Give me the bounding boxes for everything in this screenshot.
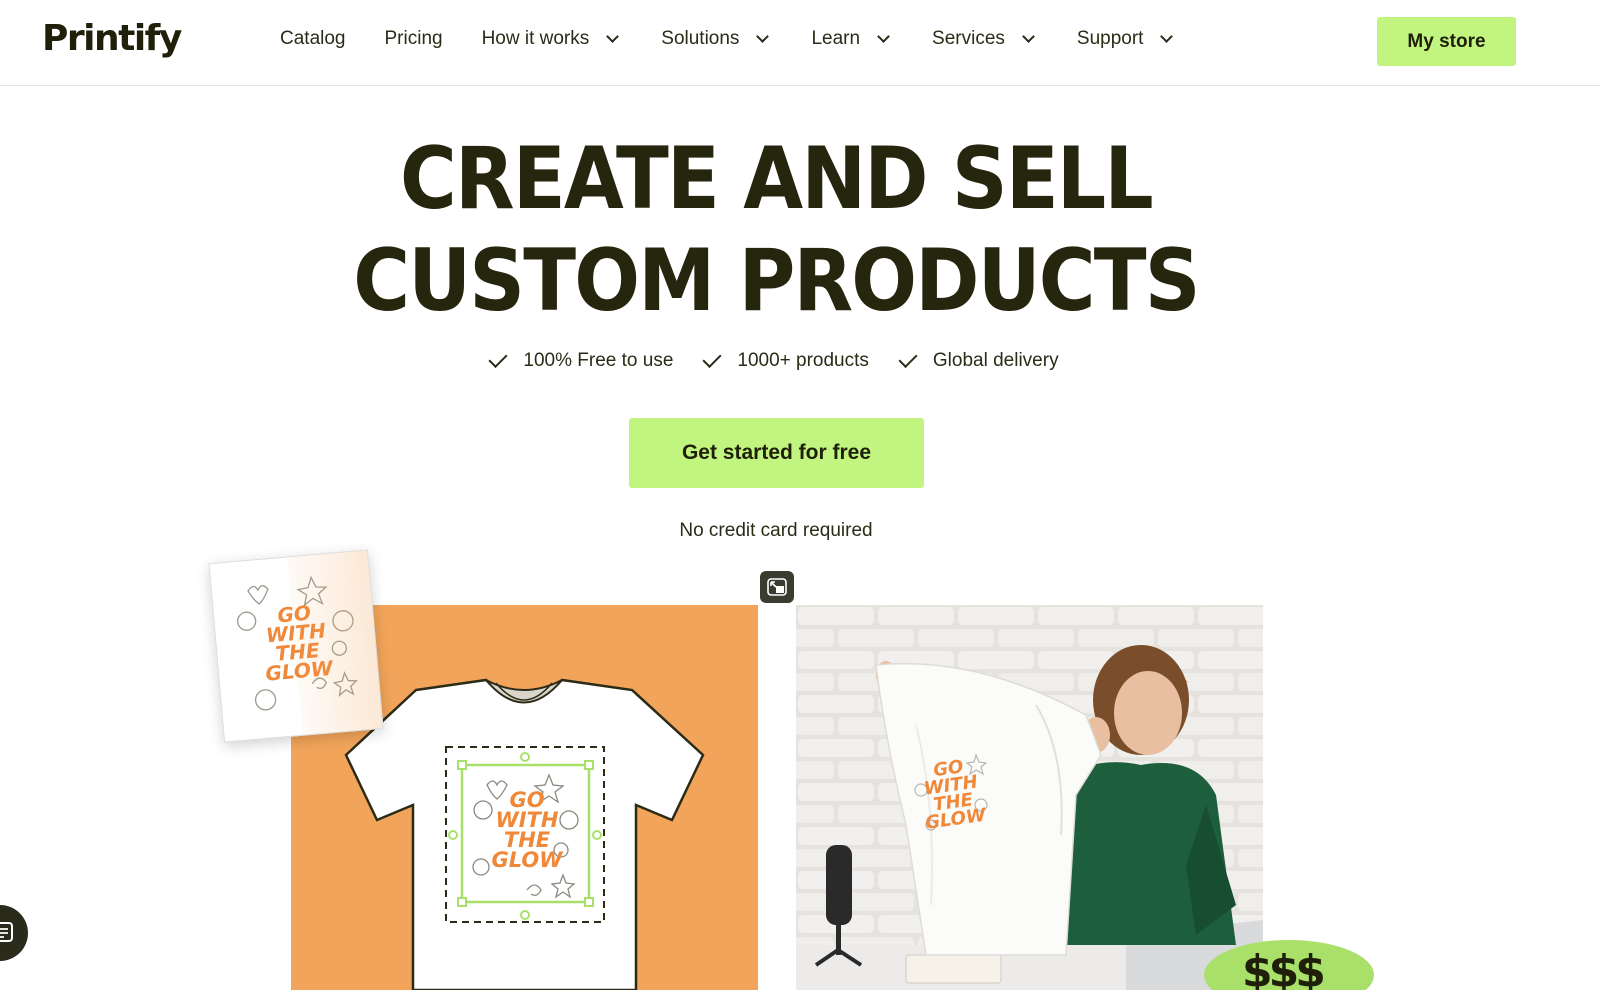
swap-view-button[interactable] bbox=[760, 571, 794, 603]
feature-delivery-label: Global delivery bbox=[932, 350, 1059, 371]
feature-list: 100% Free to use 1000+ products Global d… bbox=[0, 348, 1552, 372]
nav-learn-label: Learn bbox=[811, 28, 861, 49]
check-icon bbox=[488, 348, 508, 368]
nav-learn[interactable]: Learn bbox=[811, 28, 893, 50]
nav-pricing-label: Pricing bbox=[384, 28, 443, 49]
nav-services-label: Services bbox=[932, 28, 1005, 49]
chevron-down-icon bbox=[1022, 30, 1035, 43]
hero-title: CREATE AND SELL CUSTOM PRODUCTS bbox=[78, 128, 1475, 332]
feature-delivery: Global delivery bbox=[898, 348, 1059, 372]
nav-catalog[interactable]: Catalog bbox=[280, 28, 346, 50]
chevron-down-icon bbox=[1160, 30, 1174, 43]
chevron-down-icon bbox=[877, 30, 890, 43]
printify-logo[interactable]: Printify bbox=[42, 18, 182, 59]
tshirt-design-line-4: GLOW bbox=[491, 847, 563, 872]
check-icon bbox=[702, 348, 722, 368]
seller-photo: GO WITH THE GLOW bbox=[796, 605, 1263, 990]
nav-how-it-works[interactable]: How it works bbox=[482, 28, 623, 50]
card-fade-overlay bbox=[287, 550, 383, 735]
tshirt-design-text: GO WITH THE GLOW bbox=[487, 790, 567, 872]
hero-title-line-2: CUSTOM PRODUCTS bbox=[353, 231, 1200, 331]
photo-shirt-design-text: GO WITH THE GLOW bbox=[908, 755, 997, 834]
my-store-button[interactable]: My store bbox=[1377, 17, 1516, 66]
chevron-down-icon bbox=[756, 30, 770, 43]
nav-solutions-label: Solutions bbox=[661, 28, 740, 49]
get-started-button[interactable]: Get started for free bbox=[629, 418, 924, 488]
feature-products: 1000+ products bbox=[702, 348, 869, 372]
check-icon bbox=[898, 348, 918, 368]
nav-support[interactable]: Support bbox=[1077, 28, 1177, 50]
nav-solutions[interactable]: Solutions bbox=[661, 28, 772, 50]
feature-free: 100% Free to use bbox=[488, 348, 674, 372]
design-preview-card: GO WITH THE GLOW bbox=[208, 549, 384, 743]
main-nav: Catalog Pricing How it works Solutions L… bbox=[280, 28, 1215, 50]
money-badge-text: $$$ bbox=[1242, 946, 1326, 990]
site-header: Printify Catalog Pricing How it works So… bbox=[0, 0, 1600, 86]
chat-icon bbox=[0, 922, 13, 942]
nav-pricing[interactable]: Pricing bbox=[385, 28, 443, 50]
seller-photo-illustration bbox=[796, 605, 1263, 990]
nav-support-label: Support bbox=[1076, 28, 1144, 49]
chevron-down-icon bbox=[606, 30, 620, 43]
nav-how-it-works-label: How it works bbox=[481, 28, 590, 49]
hero-title-line-1: CREATE AND SELL bbox=[400, 129, 1154, 229]
feature-products-label: 1000+ products bbox=[737, 350, 869, 371]
feature-free-label: 100% Free to use bbox=[523, 350, 674, 371]
nav-catalog-label: Catalog bbox=[280, 28, 346, 49]
nav-services[interactable]: Services bbox=[932, 28, 1038, 50]
chat-button[interactable] bbox=[0, 905, 28, 961]
no-credit-card-note: No credit card required bbox=[679, 520, 873, 541]
swap-view-icon bbox=[767, 578, 787, 596]
